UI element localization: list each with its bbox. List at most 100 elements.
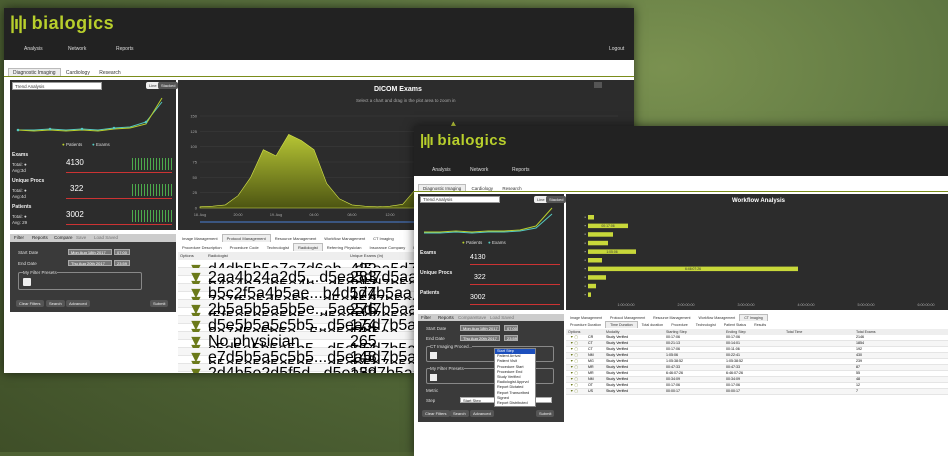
unique-exams-cell: 139 bbox=[350, 365, 377, 373]
subtab-insurance-company[interactable]: Insurance Company bbox=[365, 244, 409, 251]
row-filter-icon[interactable]: ▼ bbox=[188, 365, 204, 373]
tab-ct-imaging[interactable]: CT Imaging bbox=[369, 235, 398, 242]
workflow-bar[interactable] bbox=[588, 215, 594, 220]
row-options-icon[interactable]: ▼ ▢ bbox=[570, 389, 578, 393]
subtab2-procedure[interactable]: Procedure bbox=[667, 322, 692, 328]
column-header[interactable]: Modality bbox=[606, 330, 619, 334]
filter-panel-2: Filter Reports Compare Save Load Saved S… bbox=[418, 314, 564, 422]
subtab-procedure-code[interactable]: Procedure Code bbox=[226, 244, 263, 251]
subtab2-procedure-duration[interactable]: Procedure Duration bbox=[566, 322, 605, 328]
tab-resource-management[interactable]: Resource Management bbox=[271, 235, 321, 242]
start-date-input-2[interactable]: Mon Aug 18th 2017 bbox=[460, 325, 500, 331]
advanced-button[interactable]: Advanced bbox=[66, 300, 90, 307]
clear-filters-button[interactable]: Clear Filters bbox=[16, 300, 44, 307]
row-options-icon[interactable]: ▼ ▢ bbox=[570, 365, 578, 369]
row-options-icon[interactable]: ▼ ▢ bbox=[570, 347, 578, 351]
subtab-procedure-description[interactable]: Procedure Description bbox=[178, 244, 226, 251]
filter-tab-filter-2[interactable]: Filter bbox=[421, 315, 431, 320]
tab2-ct-imaging[interactable]: CT Imaging bbox=[739, 314, 768, 321]
filter-tab-load[interactable]: Load Saved bbox=[94, 235, 118, 240]
start-date-label: Start Date bbox=[18, 250, 39, 255]
search-button-2[interactable]: Search bbox=[450, 410, 469, 417]
column-header[interactable]: Ending Step bbox=[726, 330, 746, 334]
row-options-icon[interactable]: ▼ ▢ bbox=[570, 371, 578, 375]
filter-tab-load-2[interactable]: Load Saved bbox=[490, 315, 514, 320]
filter-tab-save[interactable]: Save bbox=[76, 235, 86, 240]
filter-tab-filter[interactable]: Filter bbox=[14, 235, 24, 240]
end-time-input-2[interactable]: 23:59 bbox=[504, 335, 518, 341]
nav-analysis-2[interactable]: Analysis bbox=[432, 167, 451, 173]
nav-reports-2[interactable]: Reports bbox=[512, 167, 530, 173]
stacked-toggle[interactable]: Stacked bbox=[158, 82, 179, 89]
column-header[interactable]: Starting Step bbox=[666, 330, 687, 334]
trend-select[interactable]: Trend Analysis bbox=[12, 82, 102, 90]
step-dropdown-menu[interactable]: Start Step Patient Arrival Patient Visit Pr… bbox=[494, 348, 536, 408]
bar-axis-label: ● bbox=[584, 292, 586, 296]
filter-tab-reports[interactable]: Reports bbox=[32, 235, 48, 240]
subtab-referring-physician[interactable]: Referring Physician bbox=[323, 244, 366, 251]
subtab2-results[interactable]: Results bbox=[750, 322, 770, 328]
start-date-input[interactable]: Mon Aug 18th 2017 bbox=[68, 249, 112, 255]
subtab-technologist[interactable]: Technologist bbox=[263, 244, 293, 251]
table-cell: CT bbox=[588, 341, 593, 345]
dropdown-option[interactable]: Report Distributed bbox=[495, 401, 535, 406]
search-button[interactable]: Search bbox=[46, 300, 65, 307]
workflow-bar[interactable] bbox=[588, 283, 596, 289]
column-header[interactable]: Total Time bbox=[786, 330, 802, 334]
subtab2-patient-status[interactable]: Patient Status bbox=[720, 322, 750, 328]
row-options-icon[interactable]: ▼ ▢ bbox=[570, 353, 578, 357]
submit-button-2[interactable]: Submit bbox=[536, 410, 555, 417]
nav-reports[interactable]: Reports bbox=[116, 46, 134, 52]
nav-analysis[interactable]: Analysis bbox=[24, 46, 43, 52]
table-cell: 00:47:33 bbox=[666, 365, 680, 369]
row-options-icon[interactable]: ▼ ▢ bbox=[570, 335, 578, 339]
end-date-input[interactable]: Thu Aug 20th 2017 bbox=[68, 260, 112, 266]
table-cell: MR bbox=[588, 365, 594, 369]
table-cell: 239 bbox=[856, 359, 862, 363]
workflow-bar[interactable] bbox=[588, 275, 606, 280]
column-header[interactable]: Total Exams bbox=[856, 330, 876, 334]
nav-network-2[interactable]: Network bbox=[470, 167, 488, 173]
filter-tab-compare[interactable]: Compare bbox=[54, 235, 73, 240]
tab-image-management[interactable]: Image Management bbox=[178, 235, 222, 242]
row-options-icon[interactable]: ▼ ▢ bbox=[570, 383, 578, 387]
subtab-radiologist[interactable]: Radiologist bbox=[292, 243, 323, 251]
tab-workflow-management[interactable]: Workflow Management bbox=[320, 235, 369, 242]
x-tick-label: 3:00:00:00 bbox=[738, 303, 755, 307]
workflow-bar[interactable] bbox=[588, 232, 613, 237]
filter-tab-reports-2[interactable]: Reports bbox=[438, 315, 454, 320]
start-time-input[interactable]: 07:00 bbox=[114, 249, 130, 255]
subtab2-technologist[interactable]: Technologist bbox=[692, 322, 720, 328]
workflow-bar[interactable] bbox=[588, 240, 608, 246]
nav-network[interactable]: Network bbox=[68, 46, 86, 52]
table-cell: OT bbox=[588, 383, 593, 387]
row-options-icon[interactable]: ▼ ▢ bbox=[570, 377, 578, 381]
advanced-button-2[interactable]: Advanced bbox=[470, 410, 494, 417]
preset-list-icon[interactable] bbox=[23, 278, 31, 286]
table-row[interactable]: ▼ ▢ US Study Verified 00:00:17 00:00:17 7 bbox=[566, 389, 948, 395]
subtab2-time-duration[interactable]: Time Duration bbox=[605, 321, 638, 328]
row-options-icon[interactable]: ▼ ▢ bbox=[570, 359, 578, 363]
end-date-input-2[interactable]: Thu Aug 20th 2017 bbox=[460, 335, 500, 341]
chart-menu-button[interactable] bbox=[594, 82, 602, 88]
y-tick-label: 100 bbox=[190, 144, 197, 149]
row-options-icon[interactable]: ▼ ▢ bbox=[570, 341, 578, 345]
column-header[interactable]: Options bbox=[568, 330, 580, 334]
table-cell: Study Verified bbox=[606, 341, 629, 345]
clear-filters-button-2[interactable]: Clear Filters bbox=[422, 410, 450, 417]
workflow-bar[interactable] bbox=[588, 292, 591, 297]
x-tick-label: 20:00 bbox=[234, 213, 243, 217]
end-time-input[interactable]: 23:59 bbox=[114, 260, 130, 266]
workflow-chart-panel: Workflow Analysis ● ● ● ● ● ● ● ● ● ● 00:17:06 1:05… bbox=[566, 194, 948, 310]
tab-protocol-management[interactable]: Protocol Management bbox=[221, 234, 271, 242]
start-time-input-2[interactable]: 07:00 bbox=[504, 325, 518, 331]
filter-tab-compare-2[interactable]: Compare bbox=[458, 315, 477, 320]
logout-link[interactable]: Logout bbox=[609, 46, 624, 52]
metric-exams-value: 4130 bbox=[66, 158, 84, 167]
submit-button[interactable]: Submit bbox=[150, 300, 169, 307]
workflow-bar-chart[interactable]: ● ● ● ● ● ● ● ● ● ● 00:17:06 1:05:06 6:46:07:26 1:00:… bbox=[566, 194, 948, 310]
subtab2-total-duration[interactable]: Total duration bbox=[638, 322, 668, 328]
workflow-bar[interactable] bbox=[588, 258, 602, 263]
filter-tab-save-2[interactable]: Save bbox=[476, 315, 486, 320]
stacked-toggle-2[interactable]: Stacked bbox=[546, 196, 567, 203]
